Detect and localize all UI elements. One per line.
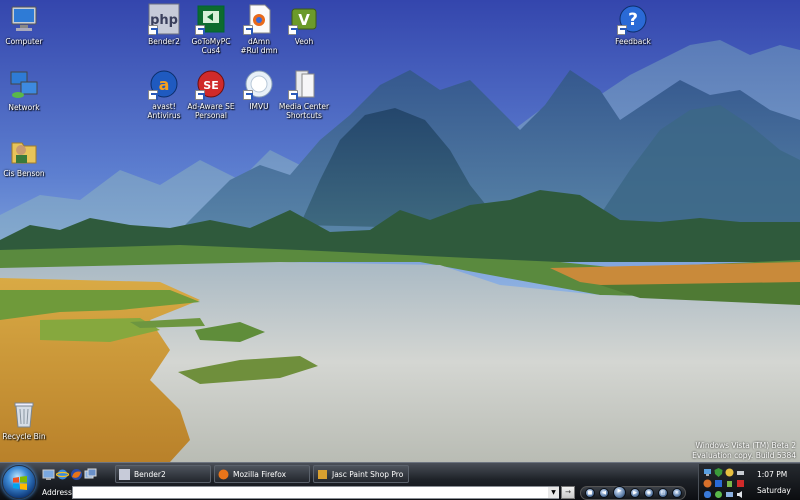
windows-flag-icon [13, 476, 27, 490]
desktop-icon-veoh[interactable]: V Veoh [273, 3, 335, 46]
taskbar: Bender2 Mozilla Firefox Jasc Paint Shop … [0, 462, 800, 500]
desktop-wallpaper [0, 0, 800, 500]
address-input[interactable] [72, 486, 559, 499]
shortcut-arrow-icon [288, 90, 298, 100]
app-tray-icon[interactable] [736, 479, 745, 488]
sync-tray-icon[interactable] [714, 490, 723, 499]
power-tray-icon[interactable] [725, 479, 734, 488]
address-label: Address [42, 488, 72, 497]
imvu-icon [243, 68, 275, 100]
firefox-icon[interactable] [70, 468, 83, 481]
stop-icon[interactable]: ■ [585, 488, 595, 498]
desktop-icon-network[interactable]: Network [0, 69, 55, 112]
watermark-line-1: Windows Vista (TM) Beta 2 [695, 441, 796, 450]
recycle-bin-icon [8, 398, 40, 430]
switch-windows-icon[interactable] [84, 468, 97, 481]
desktop-icon-recycle-bin[interactable]: Recycle Bin [0, 398, 55, 441]
computer-icon [8, 3, 40, 35]
shortcut-arrow-icon [243, 90, 253, 100]
media-player-toolbar: ■ ◀ ▶ ▶ ◉ □ × [580, 486, 686, 500]
shortcut-arrow-icon [148, 25, 158, 35]
display-tray-icon[interactable] [725, 490, 734, 499]
network-icon [8, 69, 40, 101]
help-question-icon: ? [617, 3, 649, 35]
adaware-icon: SE [195, 68, 227, 100]
task-button-label: Jasc Paint Shop Pro [332, 469, 404, 479]
volume-tray-icon[interactable] [736, 490, 745, 499]
antivirus-tray-icon[interactable] [703, 479, 712, 488]
shortcut-arrow-icon [243, 25, 253, 35]
task-button-firefox[interactable]: Mozilla Firefox [214, 465, 310, 483]
svg-text:V: V [298, 11, 310, 29]
php-file-icon: php [148, 3, 180, 35]
volume-icon[interactable]: ◉ [644, 488, 654, 498]
clock-day[interactable]: Saturday [757, 486, 799, 495]
messenger-tray-icon[interactable] [725, 468, 734, 477]
task-button-paintshop[interactable]: Jasc Paint Shop Pro [313, 465, 409, 483]
shortcut-arrow-icon [288, 25, 298, 35]
next-icon[interactable]: ▶ [630, 488, 640, 498]
show-desktop-icon[interactable] [42, 468, 55, 481]
security-tray-icon[interactable] [714, 468, 723, 477]
task-button-bender2[interactable]: Bender2 [115, 465, 211, 483]
previous-icon[interactable]: ◀ [599, 488, 609, 498]
user-folder-icon [8, 135, 40, 167]
close-player-icon[interactable]: × [672, 488, 682, 498]
clock-time[interactable]: 1:07 PM [757, 470, 797, 479]
shortcut-arrow-icon [617, 25, 627, 35]
avast-antivirus-icon: a [148, 68, 180, 100]
media-center-folder-icon [288, 68, 320, 100]
php-file-icon [119, 468, 130, 480]
desktop-icon-user-folder[interactable]: Cis Benson [0, 135, 55, 178]
start-button[interactable] [2, 465, 36, 499]
paint-shop-pro-icon [318, 469, 327, 479]
play-icon[interactable]: ▶ [613, 486, 626, 499]
update-tray-icon[interactable] [714, 479, 723, 488]
shortcut-arrow-icon [195, 90, 205, 100]
gotomypc-icon [195, 3, 227, 35]
desktop-icon-computer[interactable]: Computer [0, 3, 55, 46]
svg-text:?: ? [628, 10, 638, 30]
printer-tray-icon[interactable] [736, 468, 745, 477]
network-tray-icon[interactable] [703, 468, 712, 477]
address-go-button[interactable]: → [561, 486, 575, 499]
document-icon [243, 3, 275, 35]
firefox-icon [218, 469, 229, 479]
watermark-line-2: Evaluation copy. Build 5384 [692, 451, 796, 460]
bluetooth-tray-icon[interactable] [703, 490, 712, 499]
task-button-label: Bender2 [134, 469, 166, 479]
veoh-icon: V [288, 3, 320, 35]
shortcut-arrow-icon [195, 25, 205, 35]
internet-explorer-icon[interactable] [56, 468, 69, 481]
address-dropdown-icon[interactable]: ▼ [548, 487, 559, 498]
evaluation-watermark: Windows Vista (TM) Beta 2 Evaluation cop… [596, 441, 796, 461]
desktop-icon-feedback[interactable]: ? Feedback [602, 3, 664, 46]
svg-text:a: a [159, 75, 170, 94]
task-button-label: Mozilla Firefox [233, 469, 287, 479]
desktop-icon-media-center[interactable]: Media Center Shortcuts [273, 68, 335, 120]
svg-text:SE: SE [203, 79, 218, 92]
restore-player-icon[interactable]: □ [658, 488, 668, 498]
shortcut-arrow-icon [148, 90, 158, 100]
